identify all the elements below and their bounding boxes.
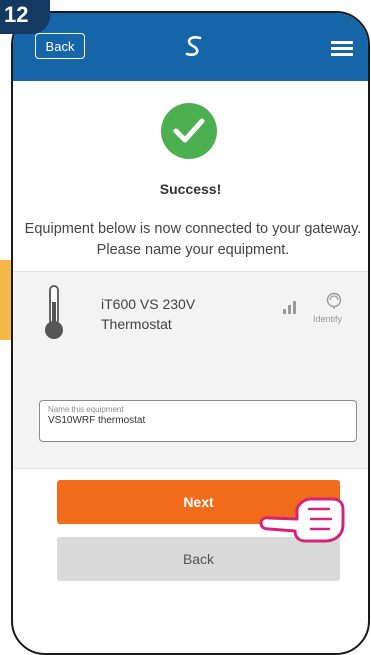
- device-name: iT600 VS 230V Thermostat: [101, 296, 196, 332]
- header-back-button[interactable]: Back: [35, 33, 85, 59]
- phone-frame: Back Success! Equipment below is now con…: [11, 11, 370, 655]
- identify-label: Identify: [313, 314, 343, 324]
- success-title: Success!: [159, 181, 222, 197]
- thermometer-icon: [45, 285, 63, 339]
- step-number: 12: [4, 2, 29, 27]
- salus-s-logo-icon: [185, 36, 202, 56]
- app-header: Back: [13, 13, 368, 81]
- success-message: Equipment below is now connected to your…: [24, 221, 362, 258]
- signal-strength-icon: [283, 300, 299, 314]
- equipment-name-input[interactable]: [48, 415, 348, 426]
- identify-icon[interactable]: [325, 292, 343, 310]
- checkmark-icon: [161, 103, 217, 159]
- step-number-badge: 12: [0, 0, 50, 34]
- pointing-hand-icon: [259, 497, 345, 543]
- hamburger-menu-icon[interactable]: [331, 41, 353, 56]
- device-card: iT600 VS 230V Thermostat Identify Name t…: [13, 271, 368, 469]
- equipment-name-label: Name this equipment: [48, 405, 124, 414]
- equipment-name-field[interactable]: Name this equipment: [39, 400, 357, 442]
